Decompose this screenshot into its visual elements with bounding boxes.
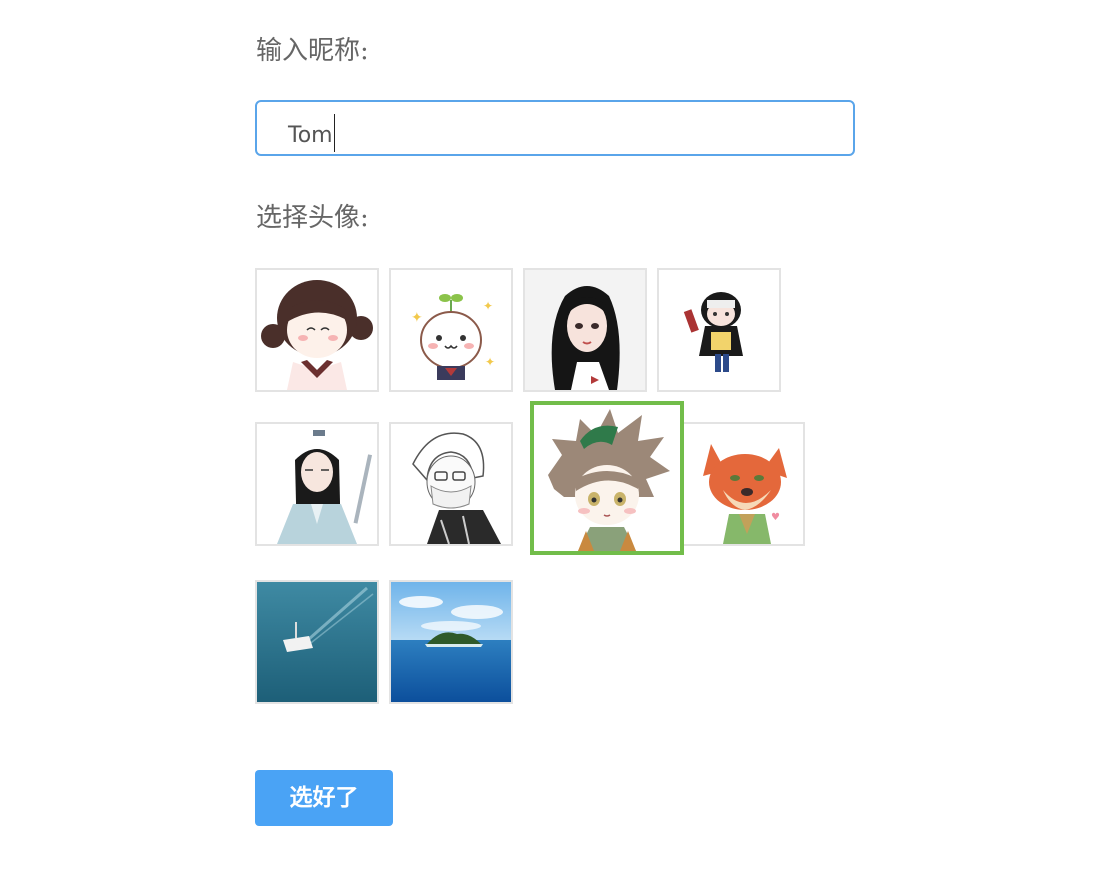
avatar-fox[interactable]: ♥ [681, 422, 805, 546]
masked-boy-image [391, 424, 511, 544]
sea-island-image [391, 582, 511, 702]
avatar-sprout-bun[interactable]: ✦ ✦ ✦ [389, 268, 513, 392]
long-hair-girl-image [525, 270, 645, 390]
avatar-masked-boy[interactable] [389, 422, 513, 546]
girl-buns-image [257, 270, 377, 390]
submit-button[interactable]: 选好了 [255, 770, 393, 826]
avatar-label: 选择头像: [256, 203, 369, 233]
avatar-hooded-chibi[interactable] [657, 268, 781, 392]
avatar-sea-island[interactable] [389, 580, 513, 704]
svg-text:♥: ♥ [771, 512, 780, 523]
nickname-input-value: Tom [288, 114, 335, 152]
svg-text:✦: ✦ [485, 355, 495, 369]
hooded-chibi-image [659, 270, 779, 390]
nickname-label: 输入昵称: [256, 36, 369, 66]
avatar-spiky-hair-chibi[interactable] [530, 401, 684, 555]
fox-image: ♥ [683, 424, 803, 544]
text-caret [333, 114, 335, 152]
sprout-bun-image: ✦ ✦ ✦ [391, 270, 511, 390]
avatar-long-hair-girl[interactable] [523, 268, 647, 392]
avatar-girl-buns[interactable] [255, 268, 379, 392]
swordsman-image [257, 424, 377, 544]
svg-text:✦: ✦ [483, 299, 493, 313]
avatar-sea-boat[interactable] [255, 580, 379, 704]
spiky-hair-chibi-image [534, 405, 680, 551]
svg-text:✦: ✦ [411, 310, 423, 326]
avatar-swordsman[interactable] [255, 422, 379, 546]
nickname-input[interactable]: Tom [255, 100, 855, 156]
sea-boat-image [257, 582, 377, 702]
